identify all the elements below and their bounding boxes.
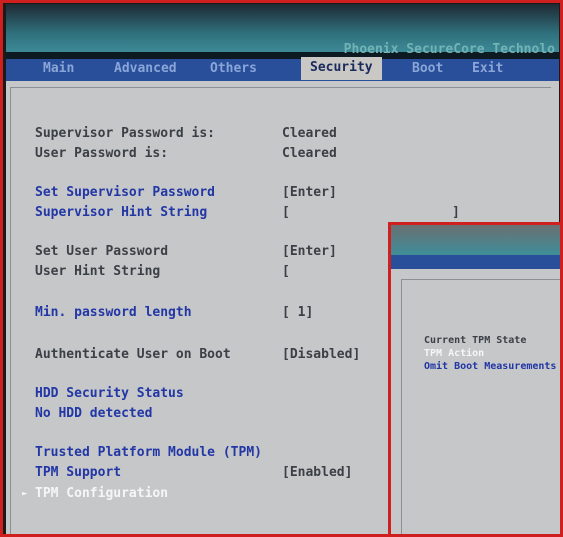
supervisor-hint-field-open[interactable]: [: [282, 205, 290, 220]
tab-others[interactable]: Others: [210, 61, 257, 76]
selection-arrow-icon: ►: [22, 489, 28, 499]
set-user-password-value[interactable]: [Enter]: [282, 244, 337, 259]
set-supervisor-password-value[interactable]: [Enter]: [282, 185, 337, 200]
tpm-support-value[interactable]: [Enabled]: [282, 465, 352, 480]
set-user-password-item[interactable]: Set User Password: [35, 244, 168, 259]
inset-title-bar: [391, 225, 560, 255]
tab-exit[interactable]: Exit: [472, 61, 503, 76]
tab-advanced[interactable]: Advanced: [114, 61, 177, 76]
user-password-status-label: User Password is:: [35, 146, 169, 161]
tab-security[interactable]: Security: [301, 57, 382, 80]
tpm-support-item[interactable]: TPM Support: [35, 465, 121, 480]
supervisor-password-status-value: Cleared: [282, 126, 337, 141]
tpm-heading: Trusted Platform Module (TPM): [35, 445, 262, 460]
no-hdd-detected-label: No HDD detected: [35, 406, 153, 421]
vendor-title: Phoenix SecureCore Technolo: [343, 42, 555, 57]
tab-main[interactable]: Main: [43, 61, 74, 76]
user-password-status-value: Cleared: [282, 146, 337, 161]
supervisor-hint-field-close: ]: [452, 205, 460, 220]
tpm-action-item[interactable]: TPM Action: [424, 348, 484, 359]
bios-title-bar: Phoenix SecureCore Technolo: [6, 4, 559, 57]
set-supervisor-password-item[interactable]: Set Supervisor Password: [35, 185, 215, 200]
tpm-configuration-inset: Current TPM State TPM Action Omit Boot M…: [388, 222, 563, 537]
current-tpm-state-label: Current TPM State: [424, 335, 527, 346]
omit-boot-measurements-item[interactable]: Omit Boot Measurements: [424, 361, 556, 372]
min-password-length-item[interactable]: Min. password length: [35, 305, 192, 320]
user-hint-string-item[interactable]: User Hint String: [35, 264, 160, 279]
user-hint-field-open[interactable]: [: [282, 264, 290, 279]
inset-settings-frame: [401, 279, 560, 534]
authenticate-user-on-boot-item[interactable]: Authenticate User on Boot: [35, 347, 231, 362]
tab-boot[interactable]: Boot: [412, 61, 443, 76]
authenticate-user-on-boot-value[interactable]: [Disabled]: [282, 347, 360, 362]
inset-tab-bar: [391, 255, 560, 269]
min-password-length-value[interactable]: [ 1]: [282, 305, 313, 320]
hdd-security-status-label: HDD Security Status: [35, 386, 184, 401]
tpm-configuration-item[interactable]: TPM Configuration: [35, 486, 168, 501]
tab-bar: Main Advanced Others Security Boot Exit: [6, 57, 559, 81]
supervisor-password-status-label: Supervisor Password is:: [35, 126, 216, 141]
supervisor-hint-string-item[interactable]: Supervisor Hint String: [35, 205, 207, 220]
